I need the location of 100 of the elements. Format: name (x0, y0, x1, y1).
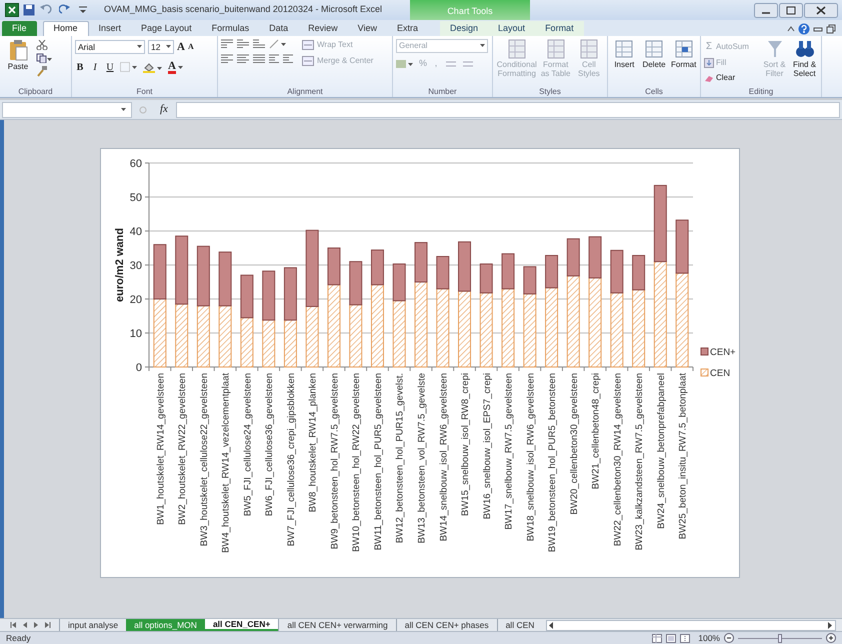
ribbon-tab[interactable]: File (2, 21, 37, 36)
scroll-right-icon[interactable] (828, 622, 833, 628)
ribbon-tab[interactable]: Formulas (202, 21, 260, 36)
font-style-button[interactable]: B (75, 60, 85, 74)
horizontal-scrollbar[interactable] (546, 620, 836, 630)
ribbon-button[interactable]: Find & Select (791, 39, 818, 78)
first-sheet-icon[interactable] (10, 621, 18, 629)
zoom-slider-thumb[interactable] (778, 634, 782, 642)
zoom-out-icon[interactable] (724, 633, 734, 643)
bar (175, 304, 188, 368)
close-icon[interactable] (804, 2, 838, 18)
window-minimize-icon[interactable] (813, 25, 823, 33)
ribbon-tab[interactable]: Page Layout (131, 21, 202, 36)
dropdown-icon[interactable] (166, 45, 173, 50)
minimize-ribbon-icon[interactable] (787, 25, 795, 33)
ribbon-tab[interactable]: Format (535, 21, 584, 36)
excel-logo-icon[interactable] (5, 3, 19, 17)
page-layout-view-icon[interactable] (666, 634, 676, 642)
scroll-left-icon[interactable] (549, 622, 554, 628)
grow-font-button[interactable]: A (177, 39, 185, 56)
fill-down-icon (704, 58, 714, 68)
font-style-button[interactable]: U (105, 60, 115, 74)
normal-view-icon[interactable] (652, 634, 662, 642)
sheet-tab[interactable]: all options_MON (126, 619, 205, 631)
group-label: Cells (644, 86, 664, 97)
scissors-icon[interactable] (36, 40, 48, 50)
ribbon-tab[interactable]: View (348, 21, 387, 36)
zoom-in-icon[interactable] (826, 633, 836, 643)
clipboard-icon (8, 39, 28, 61)
ribbon-button[interactable]: Delete (640, 39, 668, 69)
y-axis-title: euro/m2 wand (114, 228, 126, 302)
borders-icon[interactable] (120, 62, 138, 72)
x-tick-label: BW3_houtskelet_cellulose22_gevelsteen (198, 373, 210, 546)
currency-icon[interactable] (396, 58, 414, 69)
brush-icon[interactable] (36, 66, 48, 77)
bar (262, 270, 276, 321)
orientation-icon[interactable] (269, 39, 287, 49)
dropdown-icon[interactable] (178, 66, 183, 68)
bar (175, 236, 188, 305)
next-sheet-icon[interactable] (32, 621, 40, 629)
customize-icon[interactable] (79, 5, 87, 15)
fill-color-icon[interactable] (143, 62, 163, 72)
align-middle-icon[interactable] (237, 39, 249, 49)
ribbon-tab[interactable]: Review (298, 21, 348, 36)
x-tick-label: BW18_snelbouw_isol_RW6_gevelsteen (525, 373, 536, 542)
last-sheet-icon[interactable] (43, 621, 51, 629)
insert-function-button[interactable]: fx (160, 101, 168, 118)
legend-label: CEN (710, 368, 730, 379)
dropdown-icon[interactable] (121, 108, 128, 112)
font-size-field[interactable]: 12 (148, 40, 174, 54)
page-break-view-icon[interactable] (680, 634, 690, 642)
sheet-tab[interactable]: all CEN_CEN+ (204, 619, 278, 631)
y-tick-label: 30 (130, 260, 142, 272)
zoom-level[interactable]: 100% (698, 632, 720, 644)
ribbon-tab[interactable]: Layout (488, 21, 536, 36)
x-tick-label: BW13_betonsteen_vol_RW7.5_gevelste (416, 373, 428, 544)
minimize-icon[interactable] (754, 2, 778, 18)
ribbon-tab[interactable]: Design (440, 21, 488, 36)
ribbon-tab[interactable]: Insert (88, 21, 132, 36)
x-tick-label: BW25_beton_insitu_RW7.5_betonplaat (678, 373, 689, 540)
dropdown-icon[interactable] (137, 45, 144, 50)
conditional-formatting-icon (508, 39, 526, 59)
increase-indent-icon[interactable] (283, 54, 293, 64)
ribbon-button[interactable]: Paste (3, 39, 33, 71)
copy-icon[interactable] (36, 53, 52, 63)
ribbon-button[interactable]: Insert (611, 39, 638, 69)
font-color-button[interactable]: A (168, 60, 183, 74)
align-right-icon[interactable] (253, 54, 265, 64)
help-icon[interactable] (798, 23, 810, 35)
previous-sheet-icon[interactable] (21, 621, 29, 629)
align-top-icon[interactable] (221, 39, 233, 49)
ribbon-button[interactable]: Format (670, 39, 698, 69)
font-style-button[interactable]: I (90, 60, 100, 74)
x-tick-label: BW19_betonsteen_hol_PUR5_betonsteen (547, 373, 558, 552)
status-text: Ready (6, 632, 31, 644)
y-tick-label: 20 (130, 294, 142, 306)
bar (218, 252, 232, 306)
align-center-icon[interactable] (237, 54, 249, 64)
y-tick-label: 10 (130, 328, 142, 340)
x-tick-label: BW14_snelbouw_isol_RW6_gevelsteen (438, 373, 450, 542)
window-restore-icon[interactable] (826, 24, 836, 34)
x-tick-label: BW16_snelbouw_isol_EPS7_crepi (482, 373, 493, 520)
save-icon[interactable] (23, 4, 35, 16)
decrease-indent-icon[interactable] (269, 54, 279, 64)
group-label: Number (427, 86, 458, 97)
bar (153, 298, 166, 368)
ribbon-button[interactable]: Clear (704, 72, 758, 84)
align-left-icon[interactable] (221, 54, 233, 64)
align-bottom-icon[interactable] (253, 39, 265, 49)
ribbon-tab[interactable]: Home (42, 21, 89, 36)
format-cells-icon (674, 39, 694, 59)
ribbon-tab[interactable]: Data (259, 21, 298, 36)
shrink-font-button[interactable]: A (188, 41, 194, 54)
y-tick-label: 40 (130, 226, 142, 238)
restore-icon[interactable] (779, 2, 803, 18)
formula-input[interactable] (176, 102, 840, 118)
zoom-slider[interactable] (738, 634, 822, 642)
insert-cells-icon (614, 39, 634, 59)
bar (349, 304, 362, 368)
font-name-field[interactable]: Arial (75, 40, 145, 54)
